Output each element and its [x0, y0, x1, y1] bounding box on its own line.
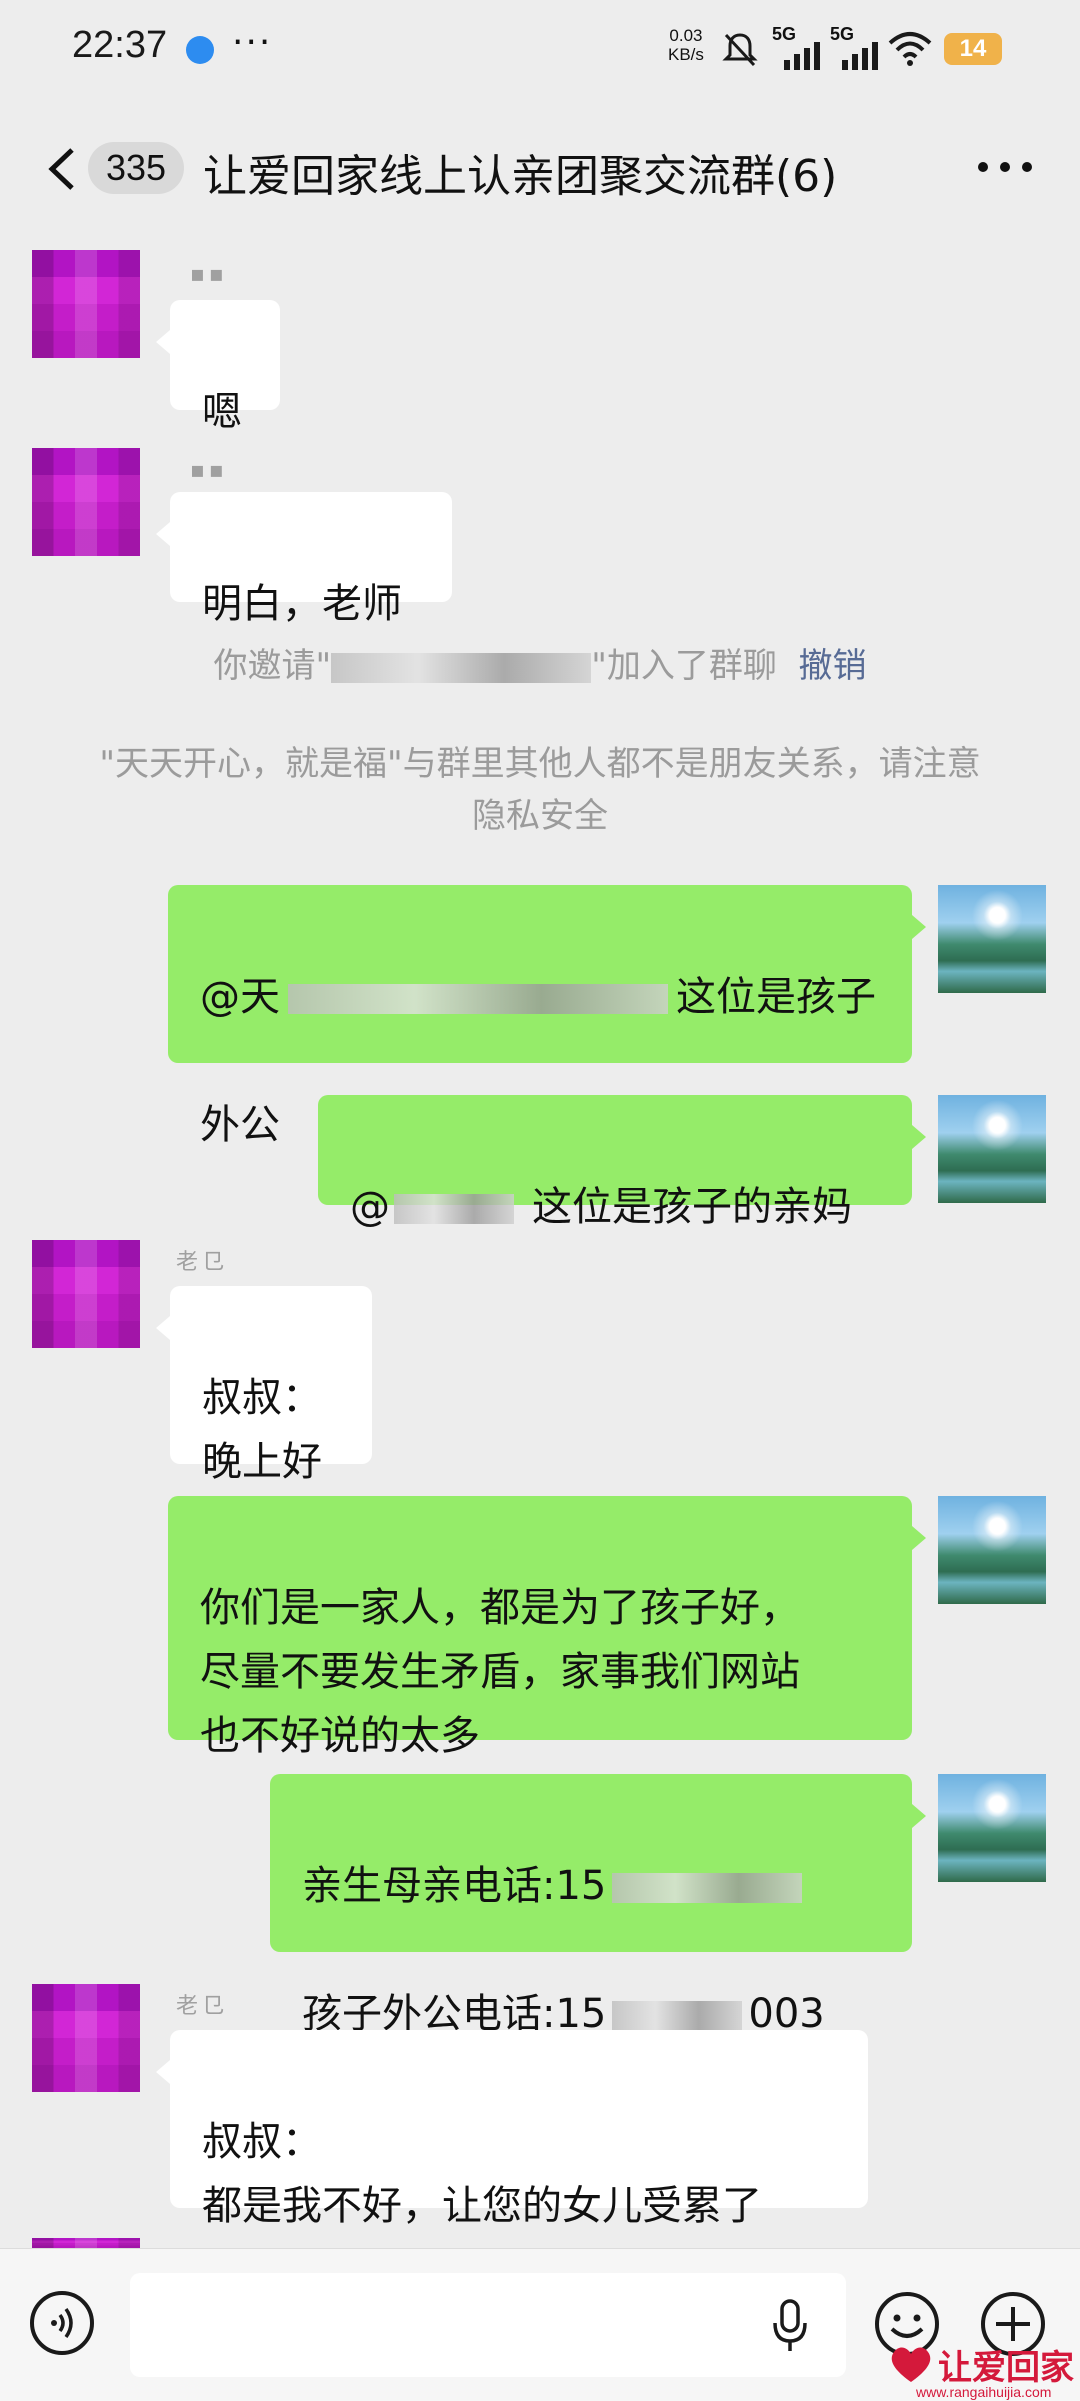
status-bar: 22:37 ··· 0.03 KB/s 5G 5G 14	[0, 0, 1080, 100]
signal-5g-2-icon: 5G	[830, 24, 878, 70]
system-text: "天天开心，就是福"与群里其他人都不是朋友关系，请注意隐私安全	[99, 744, 981, 836]
app-notification-icon	[186, 36, 214, 64]
avatar-self[interactable]	[938, 1095, 1046, 1203]
message-bubble-incoming[interactable]: 明白，老师	[156, 492, 452, 627]
system-text: "加入了群聊	[591, 646, 777, 686]
chat-header: 335 让爱回家线上认亲团聚交流群(6)	[0, 120, 1080, 220]
more-notifications-icon: ···	[232, 22, 273, 63]
revoke-link[interactable]: 撤销	[798, 646, 866, 686]
message-text: 你们是一家人，都是为了孩子好， 尽量不要发生矛盾，家事我们网站 也不好说的太多	[200, 1585, 800, 1759]
watermark-url: www.rangaihuijia.com	[916, 2384, 1052, 2400]
redacted-phone	[612, 1873, 803, 1903]
system-message-invite: 你邀请" "加入了群聊 撤销	[100, 640, 980, 692]
mother-phone-label: 亲生母亲电话:15	[302, 1863, 607, 1909]
status-time: 22:37	[72, 24, 168, 66]
message-text: 外公	[200, 1102, 280, 1148]
chat-title: 让爱回家线上认亲团聚交流群(6)	[203, 151, 838, 202]
avatar[interactable]	[32, 1240, 140, 1348]
voice-wave-icon	[51, 2307, 73, 2339]
mute-bell-icon	[722, 33, 758, 67]
message-text: 这位是孩子的亲妈	[532, 1184, 852, 1230]
sender-name: 老㔾	[176, 1994, 229, 2019]
avatar-self[interactable]	[938, 1774, 1046, 1882]
avatar[interactable]	[32, 250, 140, 358]
message-text: 叔叔： 都是我不好，让您的女儿受累了	[202, 2119, 762, 2229]
network-speed-value: 0.03	[669, 26, 703, 45]
message-input[interactable]	[130, 2273, 846, 2377]
system-message-privacy: "天天开心，就是福"与群里其他人都不是朋友关系，请注意隐私安全	[90, 738, 990, 842]
back-arrow-icon[interactable]	[42, 144, 82, 194]
avatar[interactable]	[32, 1984, 140, 2092]
unread-count-badge[interactable]: 335	[88, 142, 185, 194]
mention-text: @	[350, 1184, 390, 1230]
avatar[interactable]	[32, 448, 140, 556]
signal-5g-1-icon: 5G	[772, 24, 820, 70]
redacted-phone	[612, 2001, 743, 2031]
message-bubble-incoming[interactable]: 叔叔： 晚上好	[156, 1286, 372, 1485]
sender-name: ▪▪	[190, 262, 228, 287]
battery-indicator: 14	[944, 33, 1002, 65]
sender-name: 老㔾	[176, 1250, 229, 1275]
wifi-icon	[888, 32, 932, 66]
message-bubble-outgoing[interactable]: 你们是一家人，都是为了孩子好， 尽量不要发生矛盾，家事我们网站 也不好说的太多	[168, 1496, 926, 1759]
voice-mode-button[interactable]	[30, 2291, 94, 2355]
message-text: 叔叔： 晚上好	[202, 1375, 322, 1485]
avatar-self[interactable]	[938, 885, 1046, 993]
status-icons: 5G 5G 14	[720, 24, 1002, 74]
message-bubble-incoming[interactable]: 嗯	[156, 300, 280, 435]
network-speed: 0.03 KB/s	[668, 26, 704, 64]
microphone-icon[interactable]	[770, 2299, 810, 2353]
avatar[interactable]	[32, 2238, 140, 2248]
redacted-mention	[394, 1194, 514, 1224]
site-watermark: 让爱回家 www.rangaihuijia.com	[880, 2340, 1080, 2400]
message-bubble-outgoing[interactable]: 亲生母亲电话:15 孩子外公电话:15 003	[270, 1774, 926, 2037]
message-text: 明白，老师	[202, 581, 402, 627]
redacted-mention	[288, 984, 668, 1014]
message-text: 嗯	[202, 389, 242, 435]
sender-name: ▪▪	[190, 458, 228, 483]
redacted-name	[331, 652, 592, 683]
message-bubble-outgoing[interactable]: @天 这位是孩子 外公	[168, 885, 926, 1148]
message-bubble-outgoing[interactable]: @ 这位是孩子的亲妈	[318, 1095, 926, 1230]
network-speed-unit: KB/s	[668, 45, 704, 64]
heart-logo-icon	[891, 2347, 931, 2382]
message-bubble-incoming[interactable]: 叔叔： 都是我不好，让您的女儿受累了	[156, 2030, 868, 2229]
message-text: 这位是孩子	[676, 974, 876, 1020]
watermark-text: 让爱回家	[938, 2348, 1074, 2388]
avatar-self[interactable]	[938, 1496, 1046, 1604]
more-options-icon[interactable]	[978, 162, 1038, 176]
system-text: 你邀请"	[213, 646, 332, 686]
mention-text: @天	[200, 974, 280, 1020]
